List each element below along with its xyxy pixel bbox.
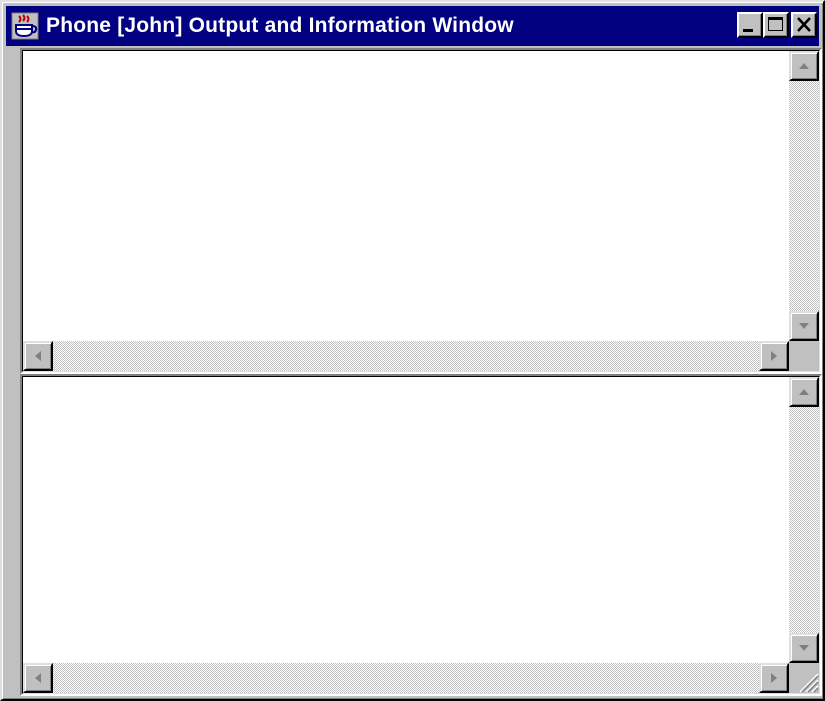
- minimize-icon: [743, 29, 753, 32]
- close-icon: [797, 17, 811, 32]
- arrow-down-icon: [799, 323, 809, 329]
- output-vertical-scrollbar[interactable]: [789, 51, 819, 341]
- information-vertical-scrollbar[interactable]: [789, 377, 819, 663]
- information-pane: [20, 374, 822, 696]
- information-text-area[interactable]: [23, 377, 789, 663]
- scroll-right-button[interactable]: [759, 663, 789, 693]
- information-horizontal-scrollbar[interactable]: [23, 663, 789, 693]
- scroll-down-button[interactable]: [789, 311, 819, 341]
- scroll-left-button[interactable]: [23, 341, 53, 371]
- output-window: Phone [John] Output and Information Wind…: [0, 0, 825, 701]
- resize-corner[interactable]: [789, 663, 819, 693]
- scroll-down-button[interactable]: [789, 633, 819, 663]
- scroll-up-button[interactable]: [789, 377, 819, 407]
- output-text-area[interactable]: [23, 51, 789, 341]
- resize-grip-icon[interactable]: [793, 667, 819, 693]
- close-button[interactable]: [791, 12, 817, 38]
- scroll-up-button[interactable]: [789, 51, 819, 81]
- scroll-left-button[interactable]: [23, 663, 53, 693]
- output-pane-frame: [22, 50, 820, 372]
- arrow-up-icon: [799, 389, 809, 395]
- information-pane-frame: [22, 376, 820, 694]
- minimize-button[interactable]: [737, 12, 763, 38]
- arrow-up-icon: [799, 63, 809, 69]
- window-title: Phone [John] Output and Information Wind…: [46, 14, 514, 37]
- arrow-left-icon: [35, 351, 41, 361]
- arrow-down-icon: [799, 645, 809, 651]
- output-pane: [20, 48, 822, 374]
- arrow-left-icon: [35, 673, 41, 683]
- scrollbar-corner: [789, 341, 819, 371]
- java-cup-icon[interactable]: [10, 11, 40, 41]
- maximize-button[interactable]: [763, 12, 789, 38]
- arrow-right-icon: [771, 673, 777, 683]
- title-bar[interactable]: Phone [John] Output and Information Wind…: [6, 6, 819, 46]
- scroll-right-button[interactable]: [759, 341, 789, 371]
- output-horizontal-scrollbar[interactable]: [23, 341, 789, 371]
- maximize-icon: [768, 17, 783, 31]
- arrow-right-icon: [771, 351, 777, 361]
